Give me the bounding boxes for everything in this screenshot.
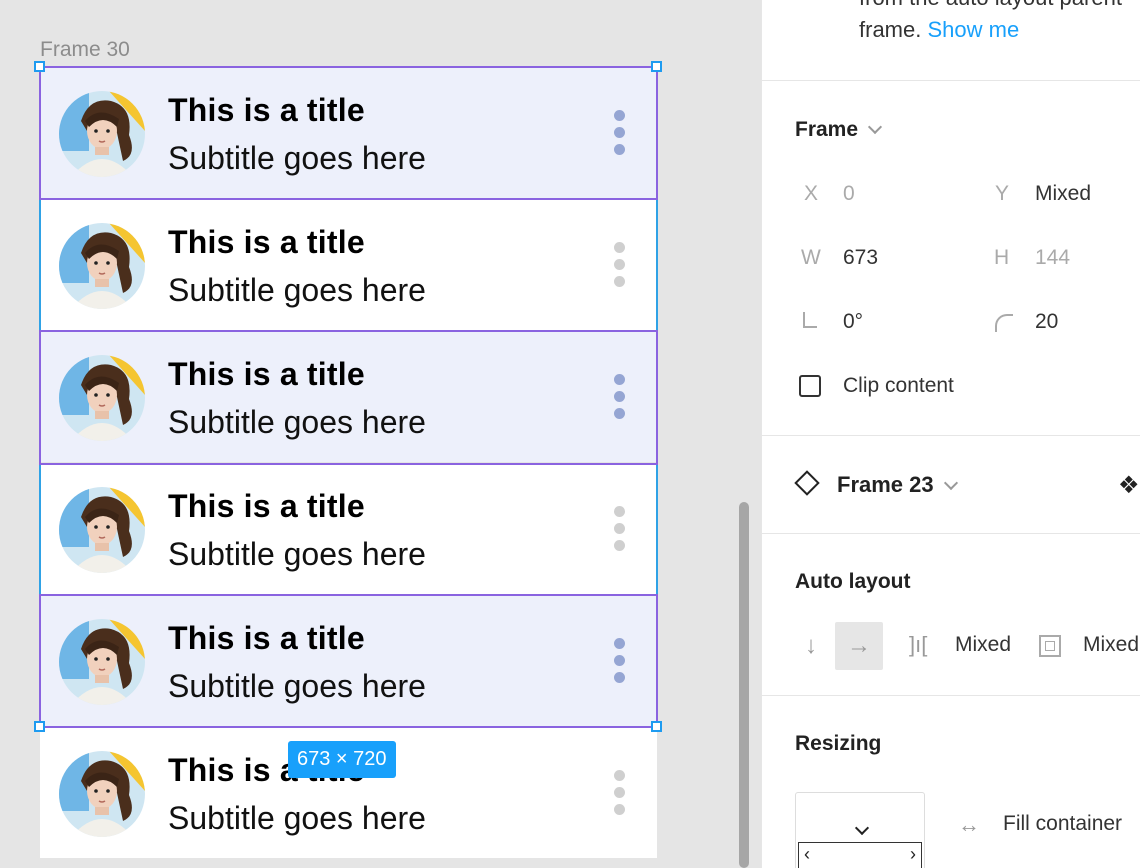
- item-subtitle: Subtitle goes here: [168, 536, 426, 572]
- corner-radius-icon: [995, 314, 1013, 332]
- divider: [762, 435, 1140, 436]
- more-vertical-icon[interactable]: [608, 504, 630, 556]
- chevron-right-icon: ›: [910, 844, 916, 864]
- item-title: This is a title: [168, 224, 365, 260]
- y-label: Y: [995, 182, 1010, 205]
- horizontal-direction-button[interactable]: →: [835, 622, 883, 670]
- item-subtitle: Subtitle goes here: [168, 404, 426, 440]
- go-to-main-component-icon[interactable]: ❖: [1118, 471, 1140, 500]
- list-item[interactable]: This is a title Subtitle goes here: [40, 68, 657, 198]
- avatar: [59, 619, 145, 705]
- clip-content-checkbox[interactable]: [799, 375, 821, 397]
- list-item[interactable]: This is a title Subtitle goes here: [40, 332, 657, 462]
- resize-handle-top-left[interactable]: [34, 61, 45, 72]
- divider: [762, 80, 1140, 81]
- frame-section-title[interactable]: Frame: [795, 118, 883, 142]
- item-subtitle: Subtitle goes here: [168, 140, 426, 176]
- hint-line-2: frame.: [859, 17, 922, 42]
- properties-panel: from the auto layout parent frame. Show …: [761, 0, 1140, 868]
- chevron-down-icon: [867, 119, 883, 135]
- divider: [762, 533, 1140, 534]
- item-title: This is a title: [168, 488, 365, 524]
- rotation-icon: [803, 312, 817, 328]
- item-subtitle: Subtitle goes here: [168, 800, 426, 836]
- clip-content-label: Clip content: [843, 374, 954, 397]
- more-vertical-icon[interactable]: [608, 240, 630, 292]
- avatar: [59, 91, 145, 177]
- design-canvas[interactable]: Frame 30 This is a title Subtitle goes h…: [0, 0, 760, 868]
- frame-label[interactable]: Frame 30: [40, 38, 130, 62]
- divider: [762, 695, 1140, 696]
- auto-layout-hint: from the auto layout parent frame. Show …: [859, 0, 1122, 46]
- horizontal-resize-control[interactable]: ‹ ›: [798, 842, 922, 868]
- chevron-down-icon: [943, 475, 958, 491]
- fill-container-dropdown[interactable]: Fill container: [1003, 812, 1122, 836]
- width-field[interactable]: 673: [843, 246, 878, 270]
- list-item[interactable]: This is a title Subtitle goes here: [40, 596, 657, 726]
- component-name-dropdown[interactable]: Frame 23: [837, 472, 958, 498]
- avatar: [59, 355, 145, 441]
- resize-handle-bottom-right[interactable]: [651, 721, 662, 732]
- hint-line-1: from the auto layout parent: [859, 0, 1122, 14]
- more-vertical-icon[interactable]: [608, 108, 630, 160]
- x-field[interactable]: 0: [843, 182, 855, 206]
- y-field[interactable]: Mixed: [1035, 182, 1091, 206]
- avatar: [59, 487, 145, 573]
- h-label: H: [994, 246, 1010, 269]
- w-label: W: [801, 246, 821, 269]
- resize-handle-top-right[interactable]: [651, 61, 662, 72]
- chevron-left-icon: ‹: [804, 844, 810, 864]
- height-field[interactable]: 144: [1035, 246, 1070, 270]
- vertical-direction-button[interactable]: ↓: [787, 622, 835, 670]
- corner-radius-field[interactable]: 20: [1035, 310, 1058, 334]
- fill-container-icon: ↔: [958, 812, 980, 837]
- x-label: X: [804, 182, 819, 205]
- resizing-title: Resizing: [795, 732, 882, 755]
- spacing-icon: ]ı[: [909, 632, 928, 657]
- chevron-down-icon: [854, 820, 870, 836]
- item-subtitle: Subtitle goes here: [168, 272, 426, 308]
- more-vertical-icon[interactable]: [608, 636, 630, 688]
- item-subtitle: Subtitle goes here: [168, 668, 426, 704]
- component-instance-icon: [794, 470, 820, 496]
- spacing-field[interactable]: Mixed: [955, 633, 1011, 657]
- padding-field[interactable]: Mixed: [1083, 633, 1139, 657]
- item-title: This is a title: [168, 356, 365, 392]
- avatar: [59, 223, 145, 309]
- rotation-field[interactable]: 0°: [843, 310, 863, 334]
- item-title: This is a title: [168, 92, 365, 128]
- show-me-link[interactable]: Show me: [927, 17, 1019, 42]
- auto-layout-title: Auto layout: [795, 570, 911, 593]
- canvas-scrollbar[interactable]: [739, 502, 749, 868]
- avatar: [59, 751, 145, 837]
- resize-handle-bottom-left[interactable]: [34, 721, 45, 732]
- list-item[interactable]: This is a title Subtitle goes here: [40, 200, 657, 330]
- padding-icon: [1039, 635, 1061, 657]
- more-vertical-icon[interactable]: [608, 372, 630, 424]
- list-item[interactable]: This is a title Subtitle goes here: [40, 464, 657, 594]
- dimension-badge: 673 × 720: [288, 741, 396, 778]
- more-vertical-icon[interactable]: [608, 768, 630, 820]
- item-title: This is a title: [168, 620, 365, 656]
